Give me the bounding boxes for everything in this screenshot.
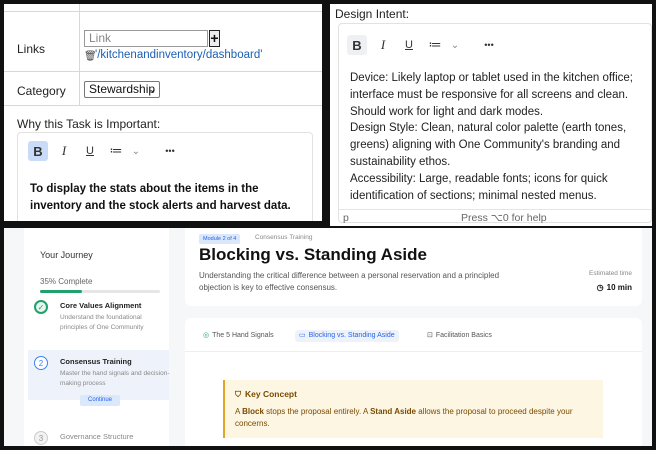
block-term: Block	[242, 407, 264, 416]
chevron-down-icon[interactable]: ⌄	[126, 141, 146, 161]
why-important-label: Why this Task is Important:	[17, 117, 161, 131]
tab-blocking[interactable]: ▭ Blocking vs. Standing Aside	[295, 330, 399, 342]
step-description: Master the hand signals and decision-mak…	[60, 370, 170, 387]
book-icon: ▭	[299, 332, 306, 339]
category-select[interactable]: Stewardship ⌄	[84, 81, 160, 98]
shield-icon: ⛉	[235, 390, 241, 399]
key-concept-body: A Block stops the proposal entirely. A S…	[235, 406, 595, 430]
progress-fill	[40, 290, 82, 293]
design-intent-text: Device: Likely laptop or tablet used in …	[350, 70, 650, 204]
step-title: Core Values Alignment	[60, 301, 142, 310]
form-row-top	[4, 4, 322, 12]
check-circle-icon: ◎	[203, 332, 210, 339]
more-icon[interactable]: •••	[479, 35, 499, 55]
link-input[interactable]: Link	[84, 30, 208, 47]
list-icon[interactable]: ≔	[106, 141, 126, 161]
tab-label: The 5 Hand Signals	[212, 332, 274, 339]
tab-facilitation[interactable]: ⊡ Facilitation Basics	[423, 330, 496, 342]
clock-icon: ◷	[596, 283, 604, 292]
key-concept-callout: ⛉ Key Concept A Block stops the proposal …	[223, 380, 603, 438]
add-link-button[interactable]: +	[209, 30, 220, 47]
list-icon[interactable]: ≔	[425, 35, 445, 55]
lesson-card: ◎ The 5 Hand Signals ▭ Blocking vs. Standi…	[185, 318, 642, 446]
task-form-panel: Links Link + 🗑 '/kitchenandinventory/das…	[4, 4, 322, 221]
check-icon: ✓	[34, 300, 48, 314]
estimated-time: ◷ 10 min	[597, 283, 632, 292]
lesson-title: Blocking vs. Standing Aside	[199, 245, 427, 264]
estimated-time-value: 10 min	[606, 283, 632, 292]
module-badge: Module 2 of 4	[199, 234, 241, 244]
module-category: Consensus Training	[255, 234, 313, 241]
design-intent-editor[interactable]: B I U ≔ ⌄ ••• Device: Likely laptop or t…	[338, 23, 652, 224]
editor-status-bar: p Press ⌥0 for help	[339, 209, 651, 224]
why-important-editor[interactable]: B I U ≔ ⌄ ••• To display the stats about…	[17, 132, 313, 221]
key-concept-heading: Key Concept	[245, 389, 297, 399]
lesson-header: Module 2 of 4 Consensus Training Blockin…	[185, 228, 642, 306]
design-intent-panel: Design Intent: B I U ≔ ⌄ ••• Device: Lik…	[330, 4, 652, 226]
link-url[interactable]: '/kitchenandinventory/dashboard'	[95, 49, 262, 61]
estimated-time-label: Estimated time	[589, 270, 632, 277]
chevron-down-icon[interactable]: ⌄	[445, 35, 465, 55]
continue-button[interactable]: Continue	[80, 395, 120, 406]
step-title: Governance Structure	[60, 432, 134, 441]
step-number: 3	[34, 431, 48, 445]
screenshot-collage: Links Link + 🗑 '/kitchenandinventory/das…	[0, 0, 656, 450]
links-label: Links	[17, 42, 46, 56]
tab-label: Blocking vs. Standing Aside	[308, 332, 395, 339]
step-description: Understand the foundational principles o…	[60, 314, 144, 331]
concept-text: stops the proposal entirely. A	[263, 407, 371, 416]
key-concept-title: ⛉ Key Concept	[235, 389, 297, 400]
underline-button[interactable]: U	[80, 141, 100, 161]
why-important-text: To display the stats about the items in …	[30, 183, 291, 212]
grid-icon: ⊡	[427, 332, 433, 339]
design-style-paragraph: Design Style: Clean, natural color palet…	[350, 122, 627, 168]
underline-button[interactable]: U	[399, 35, 419, 55]
italic-button[interactable]: I	[373, 35, 393, 55]
progress-text: 35% Complete	[40, 277, 93, 286]
device-paragraph: Device: Likely laptop or tablet used in …	[350, 72, 633, 118]
tab-label: Facilitation Basics	[435, 332, 492, 339]
editor-toolbar: B I U ≔ ⌄ •••	[347, 35, 505, 55]
step-consensus-training[interactable]: 2 Consensus Training Master the hand sig…	[28, 350, 169, 400]
step-title: Consensus Training	[60, 357, 132, 366]
journey-sidebar: Your Journey 35% Complete ✓ Core Values …	[24, 228, 169, 446]
italic-button[interactable]: I	[54, 141, 74, 161]
bold-button[interactable]: B	[28, 141, 48, 161]
stand-aside-term: Stand Aside	[370, 407, 416, 416]
category-value: Stewardship	[89, 82, 156, 96]
help-hint: Press ⌥0 for help	[461, 212, 547, 224]
editor-toolbar: B I U ≔ ⌄ •••	[28, 141, 186, 161]
step-number: 2	[34, 356, 48, 370]
lesson-subtitle: Understanding the critical difference be…	[199, 271, 500, 292]
progress-bar	[40, 290, 160, 293]
accessibility-paragraph: Accessibility: Large, readable fonts; ic…	[350, 172, 608, 202]
element-path[interactable]: p	[343, 212, 349, 224]
journey-title: Your Journey	[40, 250, 93, 260]
chevron-down-icon: ⌄	[148, 84, 156, 94]
bold-button[interactable]: B	[347, 35, 367, 55]
design-intent-title: Design Intent:	[335, 7, 410, 21]
tab-hand-signals[interactable]: ◎ The 5 Hand Signals	[199, 330, 278, 342]
category-label: Category	[17, 84, 66, 98]
course-module-panel: Your Journey 35% Complete ✓ Core Values …	[4, 228, 652, 446]
lesson-tabs: ◎ The 5 Hand Signals ▭ Blocking vs. Standi…	[185, 318, 642, 352]
more-icon[interactable]: •••	[160, 141, 180, 161]
